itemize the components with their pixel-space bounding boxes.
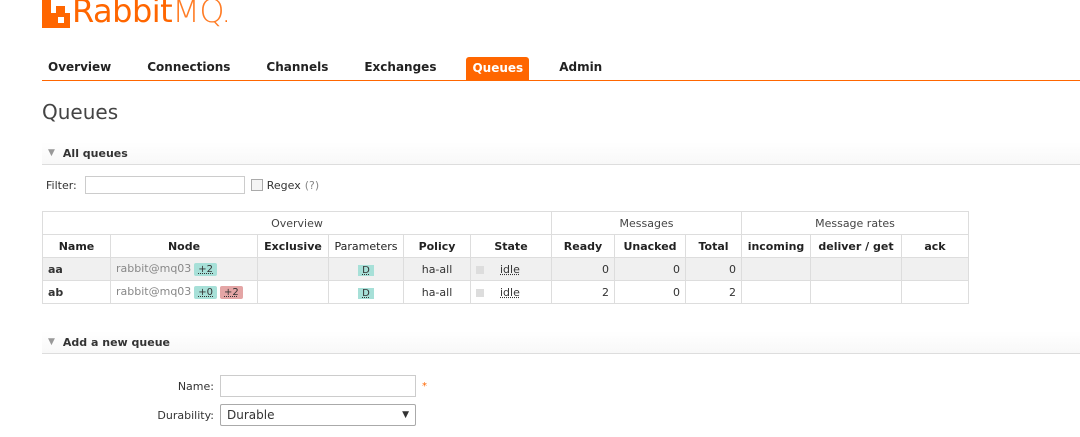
state-cell: idle xyxy=(470,257,552,281)
filter-input[interactable] xyxy=(84,176,245,194)
total-cell: 0 xyxy=(685,257,742,281)
col-state[interactable]: State xyxy=(470,234,552,258)
chevron-down-icon: ▼ xyxy=(402,410,409,420)
name-row: Name: * xyxy=(110,375,427,397)
incoming-cell xyxy=(741,257,811,281)
filter-label: Filter: xyxy=(46,178,77,192)
durable-param-badge[interactable]: D xyxy=(358,287,374,299)
ready-cell: 0 xyxy=(551,257,615,281)
node-cell: rabbit@mq03 +2 xyxy=(110,257,258,281)
total-cell: 2 xyxy=(685,280,742,304)
col-policy[interactable]: Policy xyxy=(403,234,471,258)
queue-name-input[interactable] xyxy=(220,375,416,397)
logo-text: RabbitMQ. xyxy=(72,0,228,30)
tab-exchanges[interactable]: Exchanges xyxy=(358,56,442,80)
group-header-overview: Overview xyxy=(42,211,552,235)
col-ack[interactable]: ack xyxy=(901,234,969,258)
durability-value: Durable xyxy=(227,408,275,422)
policy-cell: ha-all xyxy=(403,257,471,281)
tab-admin[interactable]: Admin xyxy=(553,56,608,80)
exclusive-cell xyxy=(257,257,329,281)
filter-row: Filter: Regex (?) xyxy=(46,176,319,194)
policy-cell: ha-all xyxy=(403,280,471,304)
queue-name-link[interactable]: ab xyxy=(42,280,111,304)
state-label: idle xyxy=(500,262,520,276)
durability-label: Durability: xyxy=(157,408,214,422)
ack-cell xyxy=(901,257,969,281)
group-header-messages: Messages xyxy=(551,211,742,235)
col-incoming[interactable]: incoming xyxy=(741,234,811,258)
ready-cell: 2 xyxy=(551,280,615,304)
regex-checkbox[interactable] xyxy=(250,179,263,191)
queue-name-link[interactable]: aa xyxy=(42,257,111,281)
regex-help-link[interactable]: (?) xyxy=(305,179,319,192)
state-label: idle xyxy=(500,285,520,299)
node-name: rabbit@mq03 xyxy=(116,285,192,298)
state-indicator-icon xyxy=(476,288,484,297)
state-cell: idle xyxy=(470,280,552,304)
tab-queues[interactable]: Queues xyxy=(466,57,530,80)
tab-overview[interactable]: Overview xyxy=(42,56,117,80)
col-parameters[interactable]: Parameters xyxy=(328,234,404,258)
col-total[interactable]: Total xyxy=(685,234,742,258)
node-cell: rabbit@mq03 +0 +2 xyxy=(110,280,258,304)
mirror-badge[interactable]: +2 xyxy=(194,263,218,276)
ack-cell xyxy=(901,280,969,304)
parameters-cell: D xyxy=(328,257,404,281)
deliver-get-cell xyxy=(810,257,902,281)
col-ready[interactable]: Ready xyxy=(551,234,615,258)
col-deliver-get[interactable]: deliver / get xyxy=(810,234,902,258)
add-queue-section-toggle[interactable]: ▼ Add a new queue xyxy=(42,331,1080,354)
queues-table: Overview Messages Message rates Name Nod… xyxy=(42,211,969,304)
rabbitmq-logo-icon xyxy=(42,0,70,28)
group-header-message-rates: Message rates xyxy=(741,211,969,235)
table-row[interactable]: aa rabbit@mq03 +2 D ha-all idle 0 0 0 xyxy=(42,257,969,281)
deliver-get-cell xyxy=(810,280,902,304)
state-indicator-icon xyxy=(476,265,484,274)
required-marker: * xyxy=(422,380,427,392)
tab-connections[interactable]: Connections xyxy=(141,56,236,80)
name-label: Name: xyxy=(177,379,214,393)
unacked-cell: 0 xyxy=(614,280,686,304)
col-name[interactable]: Name xyxy=(42,234,111,258)
col-node[interactable]: Node xyxy=(110,234,258,258)
all-queues-section-toggle[interactable]: ▼ All queues xyxy=(42,142,1080,165)
add-queue-header: Add a new queue xyxy=(62,335,171,349)
all-queues-header: All queues xyxy=(62,146,128,160)
page-title: Queues xyxy=(42,100,119,124)
regex-label: Regex xyxy=(266,178,301,192)
unsynced-mirror-badge[interactable]: +2 xyxy=(220,286,243,299)
col-unacked[interactable]: Unacked xyxy=(614,234,686,258)
node-name: rabbit@mq03 xyxy=(116,262,192,275)
parameters-cell: D xyxy=(328,280,404,304)
durable-param-badge[interactable]: D xyxy=(358,264,374,276)
synced-mirror-badge[interactable]: +0 xyxy=(194,286,218,299)
col-exclusive[interactable]: Exclusive xyxy=(257,234,329,258)
rabbitmq-logo: RabbitMQ. xyxy=(42,0,228,34)
collapse-triangle-icon: ▼ xyxy=(48,337,55,347)
unacked-cell: 0 xyxy=(614,257,686,281)
collapse-triangle-icon: ▼ xyxy=(48,148,55,158)
durability-select[interactable]: Durable ▼ xyxy=(220,404,416,426)
exclusive-cell xyxy=(257,280,329,304)
durability-row: Durability: Durable ▼ xyxy=(110,404,416,426)
incoming-cell xyxy=(741,280,811,304)
main-nav-tabs: Overview Connections Channels Exchanges … xyxy=(42,54,1080,81)
table-row[interactable]: ab rabbit@mq03 +0 +2 D ha-all idle 2 0 2 xyxy=(42,280,969,304)
tab-channels[interactable]: Channels xyxy=(260,56,334,80)
